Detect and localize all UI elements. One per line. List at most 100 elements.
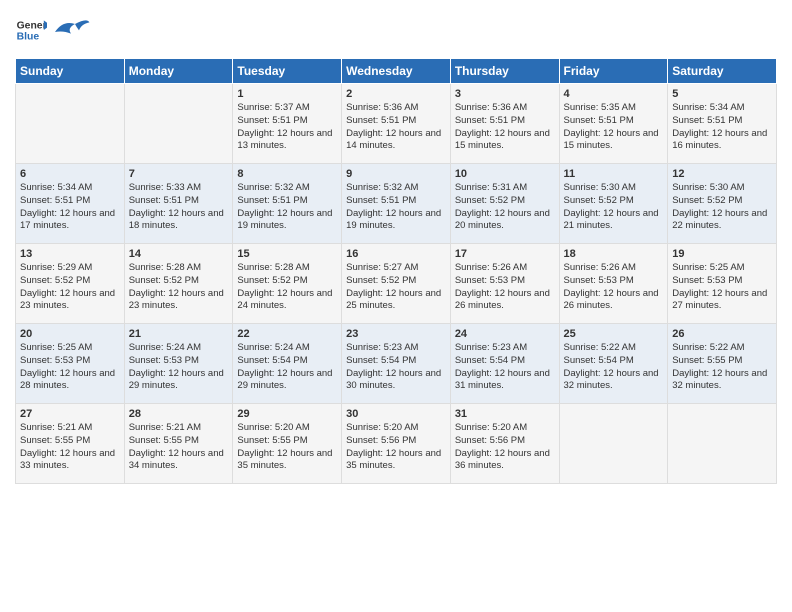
weekday-header-thursday: Thursday	[450, 59, 559, 84]
day-cell: 10Sunrise: 5:31 AMSunset: 5:52 PMDayligh…	[450, 164, 559, 244]
day-info: Sunrise: 5:26 AMSunset: 5:53 PMDaylight:…	[564, 262, 664, 313]
day-number: 5	[672, 88, 772, 100]
day-info: Sunrise: 5:32 AMSunset: 5:51 PMDaylight:…	[237, 182, 337, 233]
weekday-header-friday: Friday	[559, 59, 668, 84]
day-cell	[559, 404, 668, 484]
day-cell: 24 Sunrise: 5:23 AMSunset: 5:54 PMDayligh…	[450, 324, 559, 404]
day-cell: 13Sunrise: 5:29 AMSunset: 5:52 PMDayligh…	[16, 244, 125, 324]
day-number: 27	[20, 408, 120, 420]
weekday-header-row: SundayMondayTuesdayWednesdayThursdayFrid…	[16, 59, 777, 84]
day-number: 11	[564, 168, 664, 180]
day-cell: 22 Sunrise: 5:24 AMSunset: 5:54 PMDayligh…	[233, 324, 342, 404]
day-info: Sunrise: 5:20 AMSunset: 5:56 PMDaylight:…	[346, 422, 446, 473]
day-info: Sunrise: 5:33 AMSunset: 5:51 PMDaylight:…	[129, 182, 229, 233]
day-info: Sunrise: 5:36 AMSunset: 5:51 PMDaylight:…	[346, 102, 446, 153]
svg-text:General: General	[17, 20, 47, 31]
day-cell: 20 Sunrise: 5:25 AMSunset: 5:53 PMDayligh…	[16, 324, 125, 404]
day-number: 21	[129, 328, 229, 340]
day-cell: 1Sunrise: 5:37 AMSunset: 5:51 PMDaylight…	[233, 84, 342, 164]
week-row-5: 27 Sunrise: 5:21 AMSunset: 5:55 PMDayligh…	[16, 404, 777, 484]
day-info: Sunrise: 5:21 AMSunset: 5:55 PMDaylight:…	[129, 422, 229, 473]
day-info: Sunrise: 5:24 AMSunset: 5:54 PMDaylight:…	[237, 342, 337, 393]
day-number: 1	[237, 88, 337, 100]
day-info: Sunrise: 5:28 AMSunset: 5:52 PMDaylight:…	[237, 262, 337, 313]
day-info: Sunrise: 5:20 AMSunset: 5:56 PMDaylight:…	[455, 422, 555, 473]
day-info: Sunrise: 5:22 AMSunset: 5:55 PMDaylight:…	[672, 342, 772, 393]
week-row-4: 20 Sunrise: 5:25 AMSunset: 5:53 PMDayligh…	[16, 324, 777, 404]
weekday-header-tuesday: Tuesday	[233, 59, 342, 84]
day-info: Sunrise: 5:30 AMSunset: 5:52 PMDaylight:…	[672, 182, 772, 233]
svg-text:Blue: Blue	[17, 32, 40, 43]
day-cell: 27 Sunrise: 5:21 AMSunset: 5:55 PMDayligh…	[16, 404, 125, 484]
day-number: 31	[455, 408, 555, 420]
day-cell: 29 Sunrise: 5:20 AMSunset: 5:55 PMDayligh…	[233, 404, 342, 484]
day-cell: 25Sunrise: 5:22 AMSunset: 5:54 PMDayligh…	[559, 324, 668, 404]
day-info: Sunrise: 5:21 AMSunset: 5:55 PMDaylight:…	[20, 422, 120, 473]
weekday-header-sunday: Sunday	[16, 59, 125, 84]
day-number: 25	[564, 328, 664, 340]
day-cell: 12Sunrise: 5:30 AMSunset: 5:52 PMDayligh…	[668, 164, 777, 244]
day-info: Sunrise: 5:29 AMSunset: 5:52 PMDaylight:…	[20, 262, 120, 313]
weekday-header-wednesday: Wednesday	[342, 59, 451, 84]
day-cell: 16 Sunrise: 5:27 AMSunset: 5:52 PMDayligh…	[342, 244, 451, 324]
day-info: Sunrise: 5:36 AMSunset: 5:51 PMDaylight:…	[455, 102, 555, 153]
day-number: 28	[129, 408, 229, 420]
day-cell: 18 Sunrise: 5:26 AMSunset: 5:53 PMDayligh…	[559, 244, 668, 324]
day-cell: 31 Sunrise: 5:20 AMSunset: 5:56 PMDayligh…	[450, 404, 559, 484]
day-info: Sunrise: 5:24 AMSunset: 5:53 PMDaylight:…	[129, 342, 229, 393]
day-number: 7	[129, 168, 229, 180]
day-cell: 8Sunrise: 5:32 AMSunset: 5:51 PMDaylight…	[233, 164, 342, 244]
day-info: Sunrise: 5:28 AMSunset: 5:52 PMDaylight:…	[129, 262, 229, 313]
day-number: 17	[455, 248, 555, 260]
day-number: 4	[564, 88, 664, 100]
day-info: Sunrise: 5:30 AMSunset: 5:52 PMDaylight:…	[564, 182, 664, 233]
day-info: Sunrise: 5:23 AMSunset: 5:54 PMDaylight:…	[455, 342, 555, 393]
day-number: 20	[20, 328, 120, 340]
day-cell: 9 Sunrise: 5:32 AMSunset: 5:51 PMDaylight…	[342, 164, 451, 244]
logo: General Blue	[15, 10, 95, 50]
day-info: Sunrise: 5:35 AMSunset: 5:51 PMDaylight:…	[564, 102, 664, 153]
day-info: Sunrise: 5:26 AMSunset: 5:53 PMDaylight:…	[455, 262, 555, 313]
day-info: Sunrise: 5:34 AMSunset: 5:51 PMDaylight:…	[672, 102, 772, 153]
day-number: 24	[455, 328, 555, 340]
week-row-1: 1Sunrise: 5:37 AMSunset: 5:51 PMDaylight…	[16, 84, 777, 164]
day-info: Sunrise: 5:32 AMSunset: 5:51 PMDaylight:…	[346, 182, 446, 233]
day-number: 14	[129, 248, 229, 260]
day-cell: 30Sunrise: 5:20 AMSunset: 5:56 PMDayligh…	[342, 404, 451, 484]
week-row-2: 6Sunrise: 5:34 AMSunset: 5:51 PMDaylight…	[16, 164, 777, 244]
calendar-table: SundayMondayTuesdayWednesdayThursdayFrid…	[15, 58, 777, 484]
day-number: 29	[237, 408, 337, 420]
day-cell: 5 Sunrise: 5:34 AMSunset: 5:51 PMDaylight…	[668, 84, 777, 164]
day-cell: 17 Sunrise: 5:26 AMSunset: 5:53 PMDayligh…	[450, 244, 559, 324]
day-number: 18	[564, 248, 664, 260]
day-cell: 21 Sunrise: 5:24 AMSunset: 5:53 PMDayligh…	[124, 324, 233, 404]
day-info: Sunrise: 5:25 AMSunset: 5:53 PMDaylight:…	[20, 342, 120, 393]
day-cell: 19 Sunrise: 5:25 AMSunset: 5:53 PMDayligh…	[668, 244, 777, 324]
day-cell: 2 Sunrise: 5:36 AMSunset: 5:51 PMDaylight…	[342, 84, 451, 164]
day-number: 15	[237, 248, 337, 260]
day-number: 22	[237, 328, 337, 340]
day-number: 9	[346, 168, 446, 180]
day-cell: 4 Sunrise: 5:35 AMSunset: 5:51 PMDaylight…	[559, 84, 668, 164]
logo-icon: General Blue	[15, 14, 47, 46]
day-info: Sunrise: 5:25 AMSunset: 5:53 PMDaylight:…	[672, 262, 772, 313]
day-number: 2	[346, 88, 446, 100]
day-number: 16	[346, 248, 446, 260]
weekday-header-monday: Monday	[124, 59, 233, 84]
day-cell: 3 Sunrise: 5:36 AMSunset: 5:51 PMDaylight…	[450, 84, 559, 164]
day-cell: 26Sunrise: 5:22 AMSunset: 5:55 PMDayligh…	[668, 324, 777, 404]
logo-bird-icon	[51, 10, 91, 50]
day-number: 23	[346, 328, 446, 340]
day-number: 19	[672, 248, 772, 260]
day-cell: 28 Sunrise: 5:21 AMSunset: 5:55 PMDayligh…	[124, 404, 233, 484]
day-number: 3	[455, 88, 555, 100]
day-cell: 15 Sunrise: 5:28 AMSunset: 5:52 PMDayligh…	[233, 244, 342, 324]
weekday-header-saturday: Saturday	[668, 59, 777, 84]
day-info: Sunrise: 5:20 AMSunset: 5:55 PMDaylight:…	[237, 422, 337, 473]
day-cell: 14 Sunrise: 5:28 AMSunset: 5:52 PMDayligh…	[124, 244, 233, 324]
day-info: Sunrise: 5:27 AMSunset: 5:52 PMDaylight:…	[346, 262, 446, 313]
day-info: Sunrise: 5:31 AMSunset: 5:52 PMDaylight:…	[455, 182, 555, 233]
day-cell: 7 Sunrise: 5:33 AMSunset: 5:51 PMDaylight…	[124, 164, 233, 244]
day-cell: 11 Sunrise: 5:30 AMSunset: 5:52 PMDayligh…	[559, 164, 668, 244]
page-header: General Blue	[15, 10, 777, 50]
